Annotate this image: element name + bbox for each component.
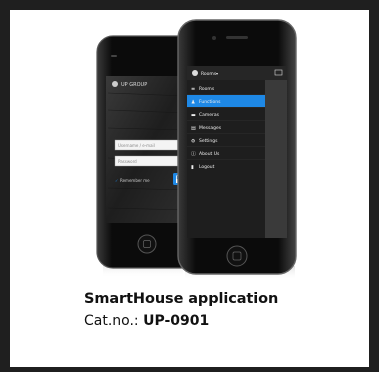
gear-icon: ⚙ bbox=[191, 139, 196, 145]
info-icon: ⓘ bbox=[191, 151, 196, 158]
product-image: UP GROUP Username / e-mail Password ✓ Re… bbox=[96, 19, 297, 280]
catno-value: UP-0901 bbox=[143, 313, 210, 329]
remember-label: Remember me bbox=[120, 178, 150, 183]
front-header-title: Rooms bbox=[201, 71, 217, 77]
menu-item-rooms[interactable]: Rooms bbox=[199, 86, 215, 92]
menu-item-messages[interactable]: Messages bbox=[199, 125, 222, 131]
username-field: Username / e-mail bbox=[118, 143, 155, 148]
front-phone: Rooms ▾ ≡ Rooms ♟ Functions ▬ Cameras ▤ Message… bbox=[177, 19, 297, 275]
catno-label: Cat.no.: bbox=[84, 313, 139, 329]
message-icon: ▤ bbox=[191, 126, 196, 132]
person-icon: ♟ bbox=[191, 100, 195, 106]
back-phone-brand: UP GROUP bbox=[121, 82, 147, 88]
menu-item-functions[interactable]: Functions bbox=[199, 99, 221, 105]
catalog-number: Cat.no.: UP-0901 bbox=[84, 313, 364, 329]
password-field: Password bbox=[118, 159, 137, 164]
menu-item-about-us[interactable]: About Us bbox=[199, 151, 220, 157]
svg-text:✓: ✓ bbox=[115, 178, 118, 183]
product-title: SmartHouse application bbox=[84, 291, 279, 307]
svg-text:▾: ▾ bbox=[216, 71, 218, 76]
list-icon: ≡ bbox=[191, 87, 195, 93]
lock-icon: ▮ bbox=[191, 165, 194, 171]
product-card: UP GROUP Username / e-mail Password ✓ Re… bbox=[10, 10, 369, 367]
menu-item-settings[interactable]: Settings bbox=[199, 138, 218, 144]
menu-item-cameras[interactable]: Cameras bbox=[199, 112, 220, 118]
product-caption: SmartHouse application Cat.no.: UP-0901 bbox=[84, 291, 364, 329]
menu-item-logout[interactable]: Logout bbox=[199, 164, 215, 170]
camera-icon: ▬ bbox=[191, 113, 196, 119]
